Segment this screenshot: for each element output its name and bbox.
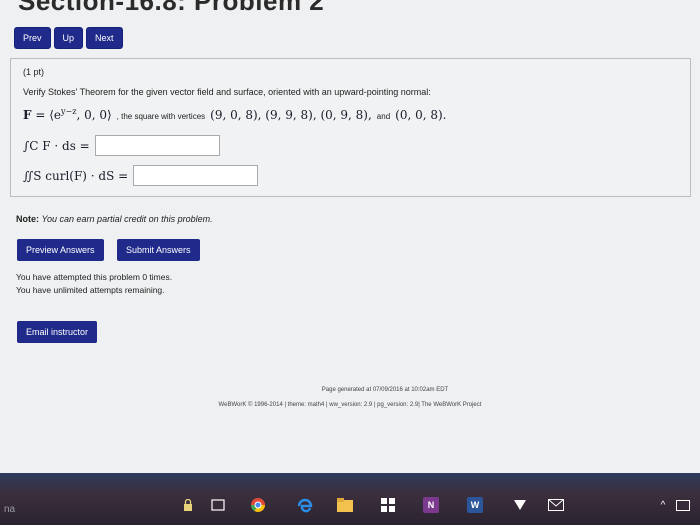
page-generated-text: Page generated at 07/09/2016 at 10:02am … <box>321 387 449 393</box>
mail-icon[interactable] <box>548 497 564 513</box>
preview-answers-button[interactable]: Preview Answers <box>17 239 104 261</box>
surface-integral-label: ∬S curl(F) · dS = <box>23 168 129 183</box>
surface-integral-input[interactable] <box>133 165 259 186</box>
note-text: You can earn partial credit on this prob… <box>41 214 213 224</box>
tray-screen-icon[interactable] <box>675 497 691 513</box>
attempts-line: You have attempted this problem 0 times. <box>16 272 173 282</box>
note-prefix: Note: <box>16 214 39 224</box>
problem-statement: Verify Stokes' Theorem for the given vec… <box>23 87 431 97</box>
prev-button[interactable]: Prev <box>14 27 51 49</box>
field-exponent: y−z <box>61 107 77 116</box>
window-icon[interactable] <box>210 497 226 513</box>
problem-box: (1 pt) Verify Stokes' Theorem for the gi… <box>10 58 691 197</box>
partial-credit-note: Note: You can earn partial credit on thi… <box>16 214 213 224</box>
surface-integral-row: ∬S curl(F) · dS = <box>23 165 259 186</box>
line-integral-row: ∫C F · ds = <box>23 135 220 156</box>
onenote-icon[interactable]: N <box>423 497 439 513</box>
vector-field-line: F = ⟨ey−z, 0, 0⟩ , the square with verti… <box>23 107 447 122</box>
store-icon[interactable] <box>380 497 396 513</box>
folder-icon[interactable] <box>337 497 353 513</box>
lock-icon[interactable] <box>180 497 196 513</box>
field-definition: F = ⟨ey−z, 0, 0⟩ <box>23 107 112 122</box>
submit-answers-button[interactable]: Submit Answers <box>117 239 200 261</box>
taskbar-left-text: na <box>4 504 16 515</box>
edge-icon[interactable] <box>297 497 313 513</box>
attempts-remaining: You have unlimited attempts remaining. <box>16 285 165 295</box>
problem-nav: Prev Up Next <box>14 27 123 49</box>
line-integral-input[interactable] <box>94 135 220 156</box>
line-integral-label: ∫C F · ds = <box>23 138 90 153</box>
problem-points: (1 pt) <box>23 67 45 77</box>
and-text: and <box>376 112 391 121</box>
app-icon[interactable] <box>512 497 528 513</box>
next-button[interactable]: Next <box>86 27 123 49</box>
page-heading: Section-16.8: Problem 2 <box>18 0 325 16</box>
last-vertex: (0, 0, 8). <box>395 108 447 122</box>
chrome-icon[interactable] <box>250 497 266 513</box>
word-icon[interactable]: W <box>467 497 483 513</box>
footer-credits: WeBWorK © 1996-2014 | theme: math4 | ww_… <box>218 402 482 408</box>
up-button[interactable]: Up <box>53 27 84 49</box>
tray-chevron-icon[interactable]: ^ <box>655 497 671 513</box>
email-instructor-button[interactable]: Email instructor <box>17 321 98 343</box>
square-text: , the square with vertices <box>116 112 206 121</box>
vertices-list: (9, 0, 8), (9, 9, 8), (0, 9, 8), <box>210 108 372 122</box>
